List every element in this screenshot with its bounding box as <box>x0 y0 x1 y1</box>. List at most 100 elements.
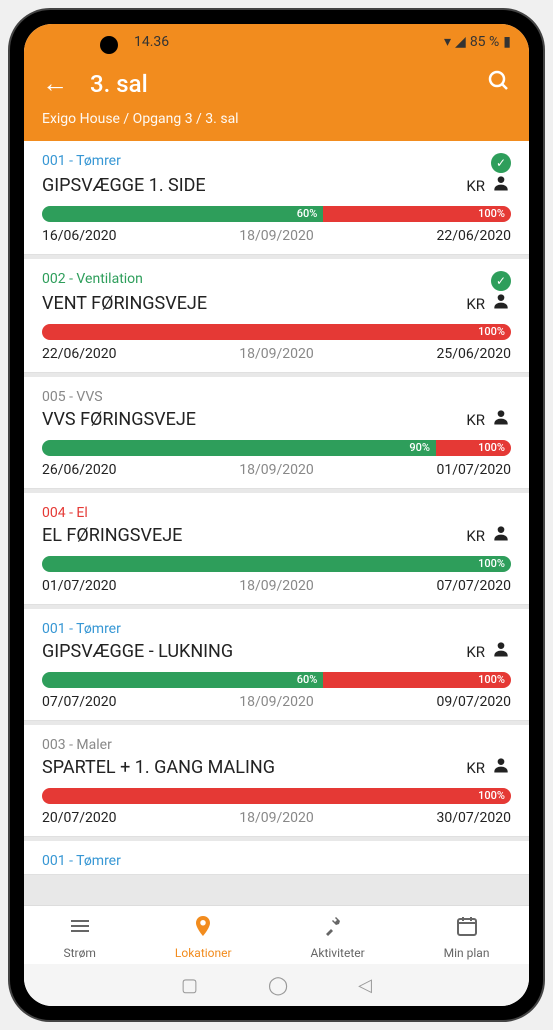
task-assignee: KR <box>466 291 511 316</box>
date-end: 25/06/2020 <box>437 346 512 362</box>
progress-label: 100% <box>478 556 505 572</box>
date-start: 01/07/2020 <box>42 578 117 594</box>
task-assignee: KR <box>466 173 511 198</box>
date-mid: 18/09/2020 <box>239 346 314 362</box>
nav-label: Lokationer <box>175 946 232 960</box>
progress-bar: 60% 100% <box>42 672 511 688</box>
person-icon <box>491 639 511 664</box>
android-back-button[interactable]: ◁ <box>358 975 372 996</box>
breadcrumb[interactable]: Exigo House / Opgang 3 / 3. sal <box>42 111 511 127</box>
progress-label: 100% <box>478 206 505 222</box>
progress-bar: 90% 100% <box>42 440 511 456</box>
task-dates: 20/07/2020 18/09/2020 30/07/2020 <box>42 810 511 826</box>
task-title: SPARTEL + 1. GANG MALING <box>42 757 275 778</box>
task-card[interactable]: 002 - Ventilation✓VENT FØRINGSVEJEKR100%… <box>24 259 529 373</box>
progress-label: 90% <box>409 440 430 456</box>
back-button[interactable]: ← <box>42 68 68 99</box>
task-assignee: KR <box>466 871 511 875</box>
strøm-icon <box>68 914 92 944</box>
date-start: 07/07/2020 <box>42 694 117 710</box>
task-title: VVS FØRINGSVEJE <box>42 409 196 430</box>
battery-icon: ▮ <box>503 34 511 50</box>
task-card[interactable]: 001 - TømrerLOFTSKINNERKR <box>24 841 529 875</box>
date-end: 09/07/2020 <box>437 694 512 710</box>
signal-icon: ◢ <box>455 34 466 50</box>
nav-label: Strøm <box>63 946 95 960</box>
bottom-nav: Strøm Lokationer Aktiviteter Min plan <box>24 905 529 964</box>
task-card[interactable]: 005 - VVSVVS FØRINGSVEJEKR90%100%26/06/2… <box>24 377 529 489</box>
nav-item-aktiviteter[interactable]: Aktiviteter <box>311 914 365 960</box>
date-start: 26/06/2020 <box>42 462 117 478</box>
date-start: 20/07/2020 <box>42 810 117 826</box>
task-assignee: KR <box>466 755 511 780</box>
screen: 14.36 ▾ ◢ 85 % ▮ ← 3. sal Exigo House / … <box>24 24 529 1006</box>
date-mid: 18/09/2020 <box>239 810 314 826</box>
task-card[interactable]: 001 - Tømrer GIPSVÆGGE - LUKNING KR 60% 100%… <box>24 609 529 721</box>
progress-bar: 100% <box>42 788 511 804</box>
task-dates: 16/06/2020 18/09/2020 22/06/2020 <box>42 228 511 244</box>
min plan-icon <box>455 914 479 944</box>
date-end: 22/06/2020 <box>437 228 512 244</box>
task-assignee: KR <box>466 639 511 664</box>
lokationer-icon <box>191 914 215 944</box>
nav-item-lokationer[interactable]: Lokationer <box>175 914 232 960</box>
task-card[interactable]: 001 - Tømrer ✓ GIPSVÆGGE 1. SIDE KR 60% 100% 1… <box>24 141 529 255</box>
battery-text: 85 % <box>470 34 499 50</box>
person-icon <box>491 523 511 548</box>
page-title: 3. sal <box>90 70 148 98</box>
task-code: 005 - VVS <box>42 389 103 405</box>
date-start: 22/06/2020 <box>42 346 117 362</box>
task-title: GIPSVÆGGE - LUKNING <box>42 641 233 662</box>
date-mid: 18/09/2020 <box>239 228 314 244</box>
person-icon <box>491 407 511 432</box>
date-mid: 18/09/2020 <box>239 462 314 478</box>
aktiviteter-icon <box>326 914 350 944</box>
task-dates: 07/07/2020 18/09/2020 09/07/2020 <box>42 694 511 710</box>
nav-label: Min plan <box>444 946 490 960</box>
person-icon <box>491 173 511 198</box>
task-list[interactable]: 001 - Tømrer ✓ GIPSVÆGGE 1. SIDE KR 60% 100% 1… <box>24 141 529 905</box>
android-recent-button[interactable]: ▢ <box>181 975 198 996</box>
task-dates: 01/07/202018/09/202007/07/2020 <box>42 578 511 594</box>
date-mid: 18/09/2020 <box>239 694 314 710</box>
status-right: ▾ ◢ 85 % ▮ <box>444 34 511 50</box>
task-code: 001 - Tømrer <box>42 853 121 869</box>
nav-label: Aktiviteter <box>311 946 365 960</box>
app-header: ← 3. sal Exigo House / Opgang 3 / 3. sal <box>24 60 529 141</box>
date-start: 16/06/2020 <box>42 228 117 244</box>
nav-item-strøm[interactable]: Strøm <box>63 914 95 960</box>
task-card[interactable]: 003 - Maler SPARTEL + 1. GANG MALING KR 100… <box>24 725 529 837</box>
date-end: 01/07/2020 <box>437 462 512 478</box>
task-code: 001 - Tømrer <box>42 153 121 169</box>
progress-label: 60% <box>297 672 318 688</box>
person-icon <box>491 291 511 316</box>
task-title: GIPSVÆGGE 1. SIDE <box>42 175 206 196</box>
task-code: 003 - Maler <box>42 737 112 753</box>
date-end: 30/07/2020 <box>437 810 512 826</box>
checkmark-icon: ✓ <box>491 271 511 291</box>
date-end: 07/07/2020 <box>437 578 512 594</box>
progress-bar: 60% 100% <box>42 206 511 222</box>
person-icon <box>491 755 511 780</box>
search-button[interactable] <box>487 69 511 99</box>
checkmark-icon: ✓ <box>491 153 511 173</box>
task-code: 001 - Tømrer <box>42 621 121 637</box>
nav-item-min plan[interactable]: Min plan <box>444 914 490 960</box>
person-icon <box>491 871 511 875</box>
status-time: 14.36 <box>134 34 169 50</box>
task-title: VENT FØRINGSVEJE <box>42 293 207 314</box>
task-dates: 26/06/2020 18/09/2020 01/07/2020 <box>42 462 511 478</box>
android-nav-bar: ▢ ◯ ◁ <box>24 964 529 1006</box>
progress-label: 100% <box>478 324 505 340</box>
phone-frame: 14.36 ▾ ◢ 85 % ▮ ← 3. sal Exigo House / … <box>10 10 543 1020</box>
progress-bar: 100% <box>42 556 511 572</box>
task-card[interactable]: 004 - ElEL FØRINGSVEJEKR100%01/07/202018… <box>24 493 529 605</box>
progress-label: 60% <box>297 206 318 222</box>
android-home-button[interactable]: ◯ <box>268 975 288 996</box>
progress-label: 100% <box>478 672 505 688</box>
task-title: EL FØRINGSVEJE <box>42 525 182 546</box>
progress-label: 100% <box>478 788 505 804</box>
task-dates: 22/06/2020 18/09/2020 25/06/2020 <box>42 346 511 362</box>
progress-bar: 100% <box>42 324 511 340</box>
progress-label: 100% <box>478 440 505 456</box>
